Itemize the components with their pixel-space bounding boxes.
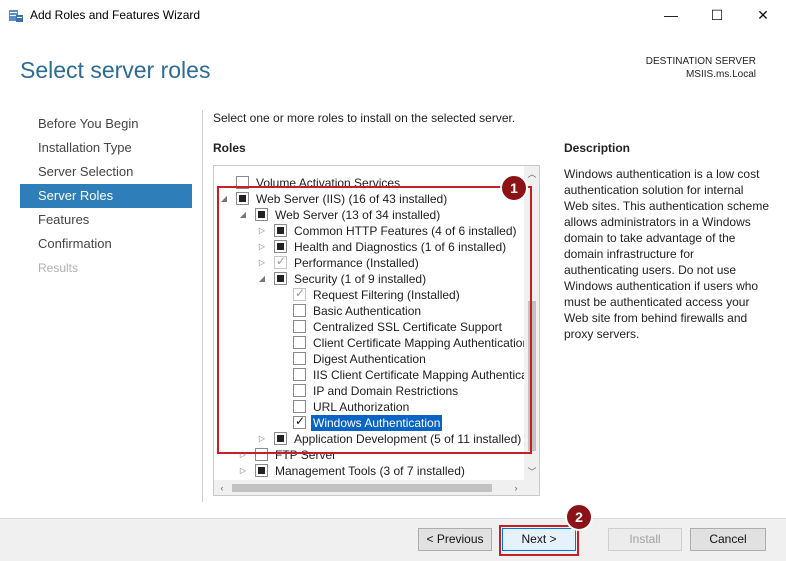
annotation-badge-1: 1 (500, 174, 528, 202)
maximize-icon: ☐ (710, 6, 724, 23)
annotation-highlight-roles (217, 186, 532, 454)
scroll-left-icon[interactable]: ‹ (214, 480, 230, 495)
page-title: Select server roles (20, 57, 211, 83)
cancel-button[interactable]: Cancel (690, 528, 766, 551)
instructions-text: Select one or more roles to install on t… (213, 111, 516, 125)
wizard-steps-nav: Before You Begin Installation Type Serve… (20, 112, 192, 280)
scroll-right-icon[interactable]: › (508, 480, 524, 495)
description-text: Windows authentication is a low cost aut… (564, 167, 769, 341)
destination-server-label: DESTINATION SERVER (645, 56, 756, 67)
nav-features[interactable]: Features (20, 208, 192, 232)
server-manager-icon (8, 7, 24, 23)
title-bar: Add Roles and Features Wizard — ☐ ✕ (0, 0, 786, 30)
horizontal-scrollbar[interactable]: ‹ › (214, 480, 524, 495)
annotation-badge-2: 2 (565, 503, 593, 531)
nav-divider (202, 110, 203, 502)
nav-results: Results (38, 261, 79, 275)
nav-server-roles[interactable]: Server Roles (20, 184, 192, 208)
minimize-button[interactable]: — (648, 0, 694, 30)
description-label: Description (564, 141, 631, 155)
checkbox[interactable] (255, 464, 268, 477)
previous-button[interactable]: < Previous (418, 528, 492, 551)
expand-arrow-icon[interactable]: ▷ (238, 465, 248, 477)
nav-server-selection[interactable]: Server Selection (20, 160, 192, 184)
install-button: Install (608, 528, 682, 551)
tree-item-label: Management Tools (3 of 7 installed) (275, 464, 465, 478)
horizontal-scroll-thumb[interactable] (232, 484, 492, 492)
maximize-button[interactable]: ☐ (694, 0, 740, 30)
scroll-down-icon[interactable]: ﹀ (524, 464, 539, 480)
scroll-up-icon[interactable]: ︿ (524, 166, 539, 182)
close-icon: ✕ (757, 6, 769, 23)
window-title: Add Roles and Features Wizard (30, 8, 201, 22)
close-button[interactable]: ✕ (740, 0, 786, 30)
destination-server-name: MSIIS.ms.Local (685, 69, 756, 80)
nav-installation-type[interactable]: Installation Type (20, 136, 192, 160)
scrollbar-corner (524, 480, 539, 495)
minimize-icon: — (664, 7, 678, 23)
annotation-highlight-next (499, 525, 579, 556)
nav-before-you-begin[interactable]: Before You Begin (20, 112, 192, 136)
nav-confirmation[interactable]: Confirmation (20, 232, 192, 256)
roles-label: Roles (213, 141, 246, 155)
